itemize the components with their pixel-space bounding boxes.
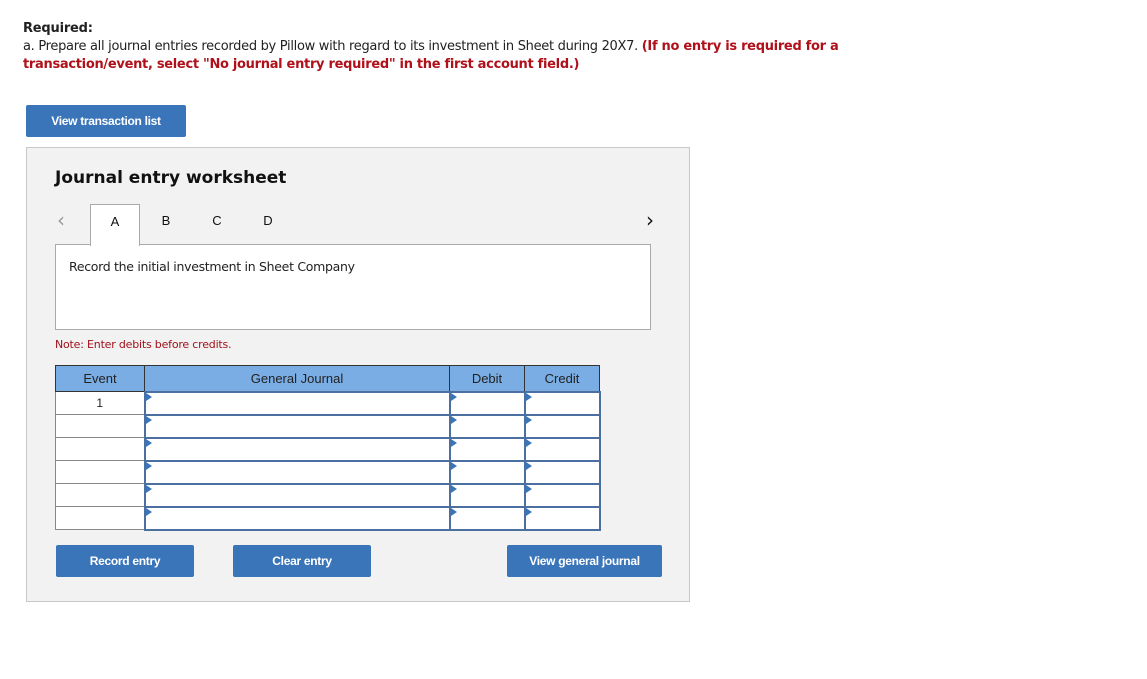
cell-marker-icon xyxy=(145,507,152,516)
credit-input[interactable] xyxy=(525,438,599,460)
header-event: Event xyxy=(55,365,145,392)
journal-entry-worksheet: Journal entry worksheet ‹ › A B C D Reco… xyxy=(26,147,690,602)
debit-input[interactable] xyxy=(450,507,524,529)
table-row xyxy=(55,482,601,508)
chevron-right-icon[interactable]: › xyxy=(646,208,654,232)
table-header-row: Event General Journal Debit Credit xyxy=(55,365,600,392)
instruction-text: a. Prepare all journal entries recorded … xyxy=(23,39,642,54)
tab-c[interactable]: C xyxy=(192,204,242,245)
credit-input[interactable] xyxy=(525,507,599,529)
cell-marker-icon xyxy=(450,415,457,424)
event-cell xyxy=(55,483,145,507)
record-entry-button[interactable]: Record entry xyxy=(56,545,194,577)
account-cell xyxy=(143,459,451,485)
cell-marker-icon xyxy=(450,484,457,493)
debit-input[interactable] xyxy=(450,484,524,506)
event-cell xyxy=(55,460,145,484)
account-input[interactable] xyxy=(145,392,449,414)
required-label: Required: xyxy=(23,21,93,36)
journal-table: Event General Journal Debit Credit 1 xyxy=(55,365,601,531)
credit-input[interactable] xyxy=(525,461,599,483)
credit-input[interactable] xyxy=(525,415,599,437)
event-cell xyxy=(55,414,145,438)
account-cell xyxy=(143,482,451,508)
cell-marker-icon xyxy=(145,415,152,424)
clear-entry-button[interactable]: Clear entry xyxy=(233,545,371,577)
credit-cell xyxy=(523,505,601,531)
account-input[interactable] xyxy=(145,484,449,506)
cell-marker-icon xyxy=(525,507,532,516)
debit-cell xyxy=(448,413,526,439)
account-input[interactable] xyxy=(145,461,449,483)
credit-input[interactable] xyxy=(525,484,599,506)
credit-input[interactable] xyxy=(525,392,599,414)
table-row xyxy=(55,413,601,439)
table-row xyxy=(55,436,601,462)
event-cell xyxy=(55,437,145,461)
debit-cell xyxy=(448,505,526,531)
debit-cell xyxy=(448,482,526,508)
debit-cell xyxy=(448,390,526,416)
tab-a[interactable]: A xyxy=(90,204,140,246)
header-credit: Credit xyxy=(524,365,600,392)
account-input[interactable] xyxy=(145,507,449,529)
account-cell xyxy=(143,505,451,531)
account-cell xyxy=(143,390,451,416)
table-row xyxy=(55,459,601,485)
cell-marker-icon xyxy=(450,507,457,516)
credit-cell xyxy=(523,413,601,439)
event-cell: 1 xyxy=(55,391,145,415)
credit-cell xyxy=(523,459,601,485)
cell-marker-icon xyxy=(525,461,532,470)
header-general-journal: General Journal xyxy=(144,365,450,392)
view-transaction-list-button[interactable]: View transaction list xyxy=(26,105,186,137)
cell-marker-icon xyxy=(145,461,152,470)
debit-input[interactable] xyxy=(450,461,524,483)
account-cell xyxy=(143,413,451,439)
table-row xyxy=(55,505,601,531)
chevron-left-icon[interactable]: ‹ xyxy=(57,208,65,232)
cell-marker-icon xyxy=(525,415,532,424)
debit-input[interactable] xyxy=(450,415,524,437)
credit-cell xyxy=(523,482,601,508)
tab-d[interactable]: D xyxy=(243,204,293,245)
instructions: a. Prepare all journal entries recorded … xyxy=(23,38,923,74)
transaction-description: Record the initial investment in Sheet C… xyxy=(69,259,355,274)
credit-cell xyxy=(523,436,601,462)
cell-marker-icon xyxy=(525,392,532,401)
cell-marker-icon xyxy=(145,392,152,401)
table-row: 1 xyxy=(55,390,601,416)
table-body: 1 xyxy=(55,390,601,531)
header-debit: Debit xyxy=(449,365,525,392)
event-cell xyxy=(55,506,145,530)
debit-cell xyxy=(448,436,526,462)
cell-marker-icon xyxy=(525,484,532,493)
tab-b[interactable]: B xyxy=(141,204,191,245)
debit-input[interactable] xyxy=(450,392,524,414)
view-general-journal-button[interactable]: View general journal xyxy=(507,545,662,577)
debit-cell xyxy=(448,459,526,485)
cell-marker-icon xyxy=(525,438,532,447)
note-text: Note: Enter debits before credits. xyxy=(55,338,232,351)
account-cell xyxy=(143,436,451,462)
cell-marker-icon xyxy=(145,438,152,447)
debit-input[interactable] xyxy=(450,438,524,460)
cell-marker-icon xyxy=(450,438,457,447)
credit-cell xyxy=(523,390,601,416)
cell-marker-icon xyxy=(450,461,457,470)
transaction-description-box: Record the initial investment in Sheet C… xyxy=(55,244,651,330)
account-input[interactable] xyxy=(145,438,449,460)
worksheet-title: Journal entry worksheet xyxy=(55,168,287,188)
cell-marker-icon xyxy=(145,484,152,493)
account-input[interactable] xyxy=(145,415,449,437)
cell-marker-icon xyxy=(450,392,457,401)
